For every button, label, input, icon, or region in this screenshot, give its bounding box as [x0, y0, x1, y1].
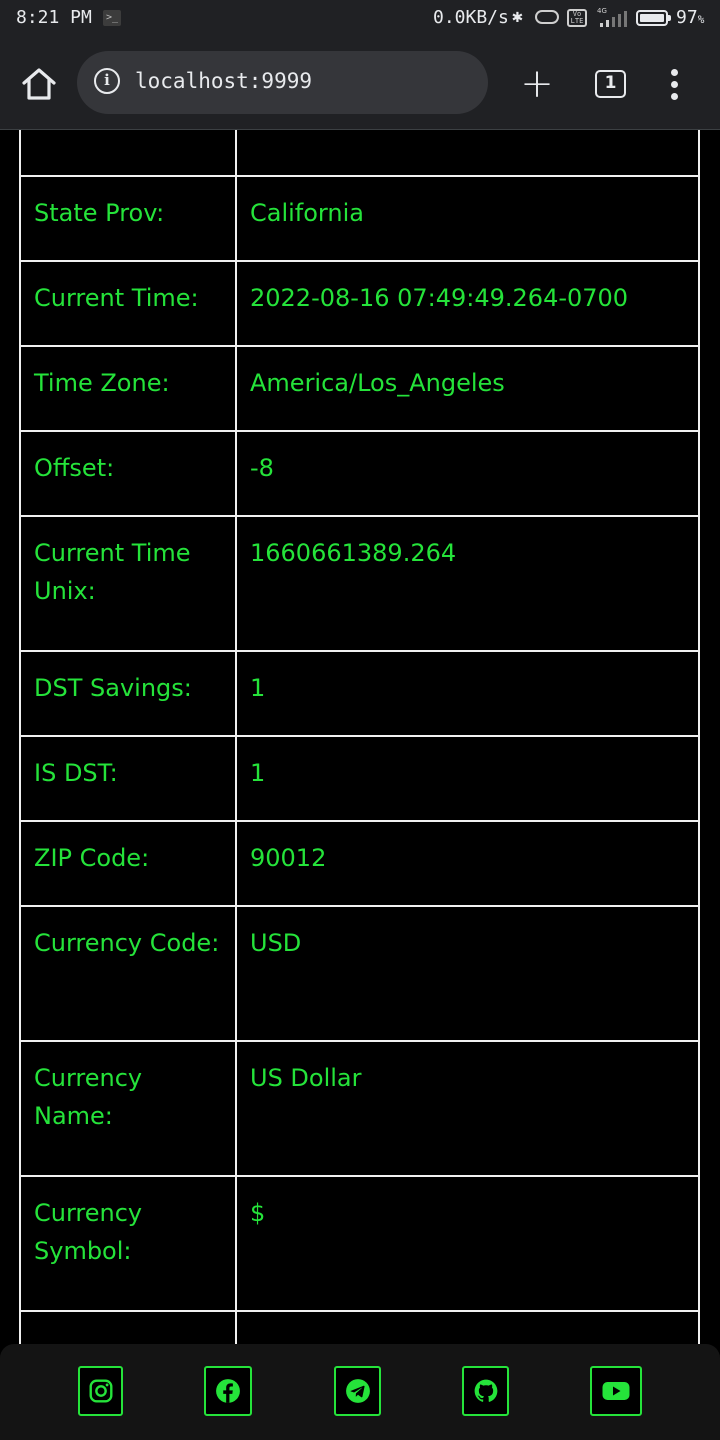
row-value: 1	[235, 735, 700, 822]
location-info-table: State Prov: California Current Time: 2022-…	[19, 130, 700, 1344]
social-footer	[0, 1344, 720, 1440]
table-row: Current Time Unix: 1660661389.264	[19, 515, 700, 652]
table-row: Offset: -8	[19, 430, 700, 517]
row-label: Offset:	[19, 430, 237, 517]
menu-icon[interactable]	[665, 66, 685, 102]
row-value: 1660661389.264	[235, 515, 700, 652]
row-label: Currency Code:	[19, 905, 237, 1042]
row-value: America/Los_Angeles	[235, 345, 700, 432]
battery-cap	[668, 15, 671, 21]
table-row: Currency Name: US Dollar	[19, 1040, 700, 1177]
github-icon	[474, 1379, 497, 1402]
row-label: IS DST:	[19, 735, 237, 822]
status-bar: 8:21 PM >_ 0.0KB/s ✱ Vo LTE 4G 97%	[0, 0, 720, 36]
table-row: IS DST: 1	[19, 735, 700, 822]
battery-unit: %	[697, 13, 705, 26]
tab-switcher-button[interactable]: 1	[595, 70, 626, 98]
table-row	[19, 130, 700, 177]
row-label	[19, 130, 237, 177]
signal-icon: 4G	[597, 7, 627, 27]
instagram-icon	[89, 1379, 112, 1403]
facebook-link[interactable]	[204, 1366, 252, 1416]
url-text[interactable]: localhost:9999	[135, 69, 312, 93]
volte-icon: Vo LTE	[567, 9, 587, 27]
terminal-notification-icon: >_	[103, 10, 121, 26]
battery-level: 97%	[676, 7, 704, 28]
row-value: 1	[235, 650, 700, 737]
row-value	[235, 130, 700, 177]
row-label: Time Zone:	[19, 345, 237, 432]
table-row: State Prov: California	[19, 175, 700, 262]
youtube-icon	[602, 1382, 630, 1400]
row-value: -------------	[235, 1310, 700, 1344]
signal-label: 4G	[597, 7, 607, 15]
row-label: Currency Symbol:	[19, 1175, 237, 1312]
row-value: US Dollar	[235, 1040, 700, 1177]
browser-toolbar: i localhost:9999 + 1	[0, 36, 720, 131]
row-value: California	[235, 175, 700, 262]
row-label: Current Time Unix:	[19, 515, 237, 652]
row-label: Current Time:	[19, 260, 237, 347]
table-row: DST Savings: 1	[19, 650, 700, 737]
network-speed: 0.0KB/s	[433, 7, 509, 28]
github-link[interactable]	[462, 1366, 509, 1416]
table-row: --------------------------	[19, 1310, 700, 1344]
row-value: 2022-08-16 07:49:49.264-0700	[235, 260, 700, 347]
battery-percent: 97	[676, 7, 698, 28]
page-content: State Prov: California Current Time: 2022-…	[0, 130, 720, 1344]
row-value: 90012	[235, 820, 700, 907]
row-label: Currency Name:	[19, 1040, 237, 1177]
row-value: USD	[235, 905, 700, 1042]
row-label: State Prov:	[19, 175, 237, 262]
table-row: ZIP Code: 90012	[19, 820, 700, 907]
new-tab-button[interactable]: +	[520, 64, 554, 104]
facebook-icon	[216, 1379, 240, 1403]
table-row: Currency Code: USD	[19, 905, 700, 1042]
address-bar[interactable]: i localhost:9999	[77, 51, 488, 114]
telegram-link[interactable]	[334, 1366, 381, 1416]
bluetooth-icon: ✱	[512, 6, 523, 27]
row-label: DST Savings:	[19, 650, 237, 737]
row-label: ZIP Code:	[19, 820, 237, 907]
info-icon[interactable]: i	[94, 68, 120, 94]
battery-icon	[636, 10, 668, 26]
table-row: Currency Symbol: $	[19, 1175, 700, 1312]
table-row: Time Zone: America/Los_Angeles	[19, 345, 700, 432]
vibrate-icon	[535, 10, 559, 24]
home-icon[interactable]	[20, 66, 58, 102]
row-value: -8	[235, 430, 700, 517]
telegram-icon	[345, 1379, 370, 1403]
instagram-link[interactable]	[78, 1366, 123, 1416]
table-row: Current Time: 2022-08-16 07:49:49.264-070…	[19, 260, 700, 347]
row-label: -------------	[19, 1310, 237, 1344]
youtube-link[interactable]	[590, 1366, 642, 1416]
row-value: $	[235, 1175, 700, 1312]
status-time: 8:21 PM	[16, 7, 92, 28]
